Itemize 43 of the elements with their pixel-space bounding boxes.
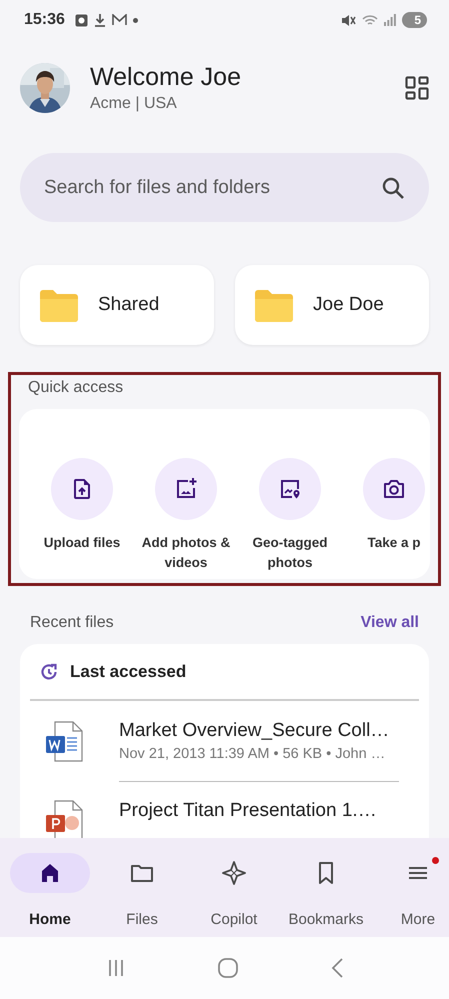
file-name: Project Titan Presentation 1.… xyxy=(119,800,377,822)
dot-icon xyxy=(132,18,138,22)
sparkle-icon xyxy=(222,861,246,885)
nav-tab[interactable]: Home xyxy=(4,838,96,937)
file-details: Nov 21, 2013 11:39 AM • 56 KB • John … xyxy=(119,746,386,762)
quick-action[interactable]: Geo-tagged photos xyxy=(238,458,342,573)
search-field[interactable]: Search for files and folders xyxy=(20,153,429,222)
quick-action[interactable]: Take a p xyxy=(342,458,427,573)
status-time: 15:36 xyxy=(24,11,65,29)
view-all-link[interactable]: View all xyxy=(360,614,419,632)
back-icon[interactable] xyxy=(330,957,344,979)
nav-tab[interactable]: Bookmarks xyxy=(280,838,372,937)
nav-tab[interactable]: Copilot xyxy=(188,838,280,937)
location-image-icon xyxy=(278,477,302,501)
folder-icon xyxy=(40,288,78,322)
quick-action[interactable]: Upload files xyxy=(30,458,134,573)
section-title: Quick access xyxy=(28,379,124,397)
wifi-icon xyxy=(362,14,378,26)
nav-tab[interactable]: Files xyxy=(96,838,188,937)
folder-icon xyxy=(255,288,293,322)
home-button-icon[interactable] xyxy=(216,957,238,979)
battery-indicator: 5 xyxy=(402,12,427,28)
camera-icon xyxy=(382,477,406,501)
mute-icon xyxy=(341,14,356,26)
download-icon xyxy=(94,13,106,27)
grid-view-icon[interactable] xyxy=(405,76,429,100)
group-heading: Last accessed xyxy=(70,662,186,682)
mail-icon xyxy=(112,14,127,26)
quick-action[interactable]: Add photos & videos xyxy=(134,458,238,573)
folder-card[interactable]: Shared xyxy=(20,265,214,345)
file-row[interactable]: Project Titan Presentation 1.… xyxy=(30,782,419,838)
file-row[interactable]: Market Overview_Secure Coll… Nov 21, 2013 11:39 AM • 56 KB • John … xyxy=(30,701,419,781)
nav-tab[interactable]: More xyxy=(372,838,449,937)
section-title: Recent files xyxy=(30,614,114,632)
history-icon xyxy=(40,662,58,680)
organization-label: Acme | USA xyxy=(90,95,178,113)
signal-icon xyxy=(384,14,396,26)
notification-icon xyxy=(74,14,88,26)
search-icon[interactable] xyxy=(382,177,404,199)
folder-card[interactable]: Joe Doe xyxy=(235,265,429,345)
file-name: Market Overview_Secure Coll… xyxy=(119,720,390,742)
welcome-title: Welcome Joe xyxy=(90,63,242,92)
add-image-icon xyxy=(174,477,198,501)
